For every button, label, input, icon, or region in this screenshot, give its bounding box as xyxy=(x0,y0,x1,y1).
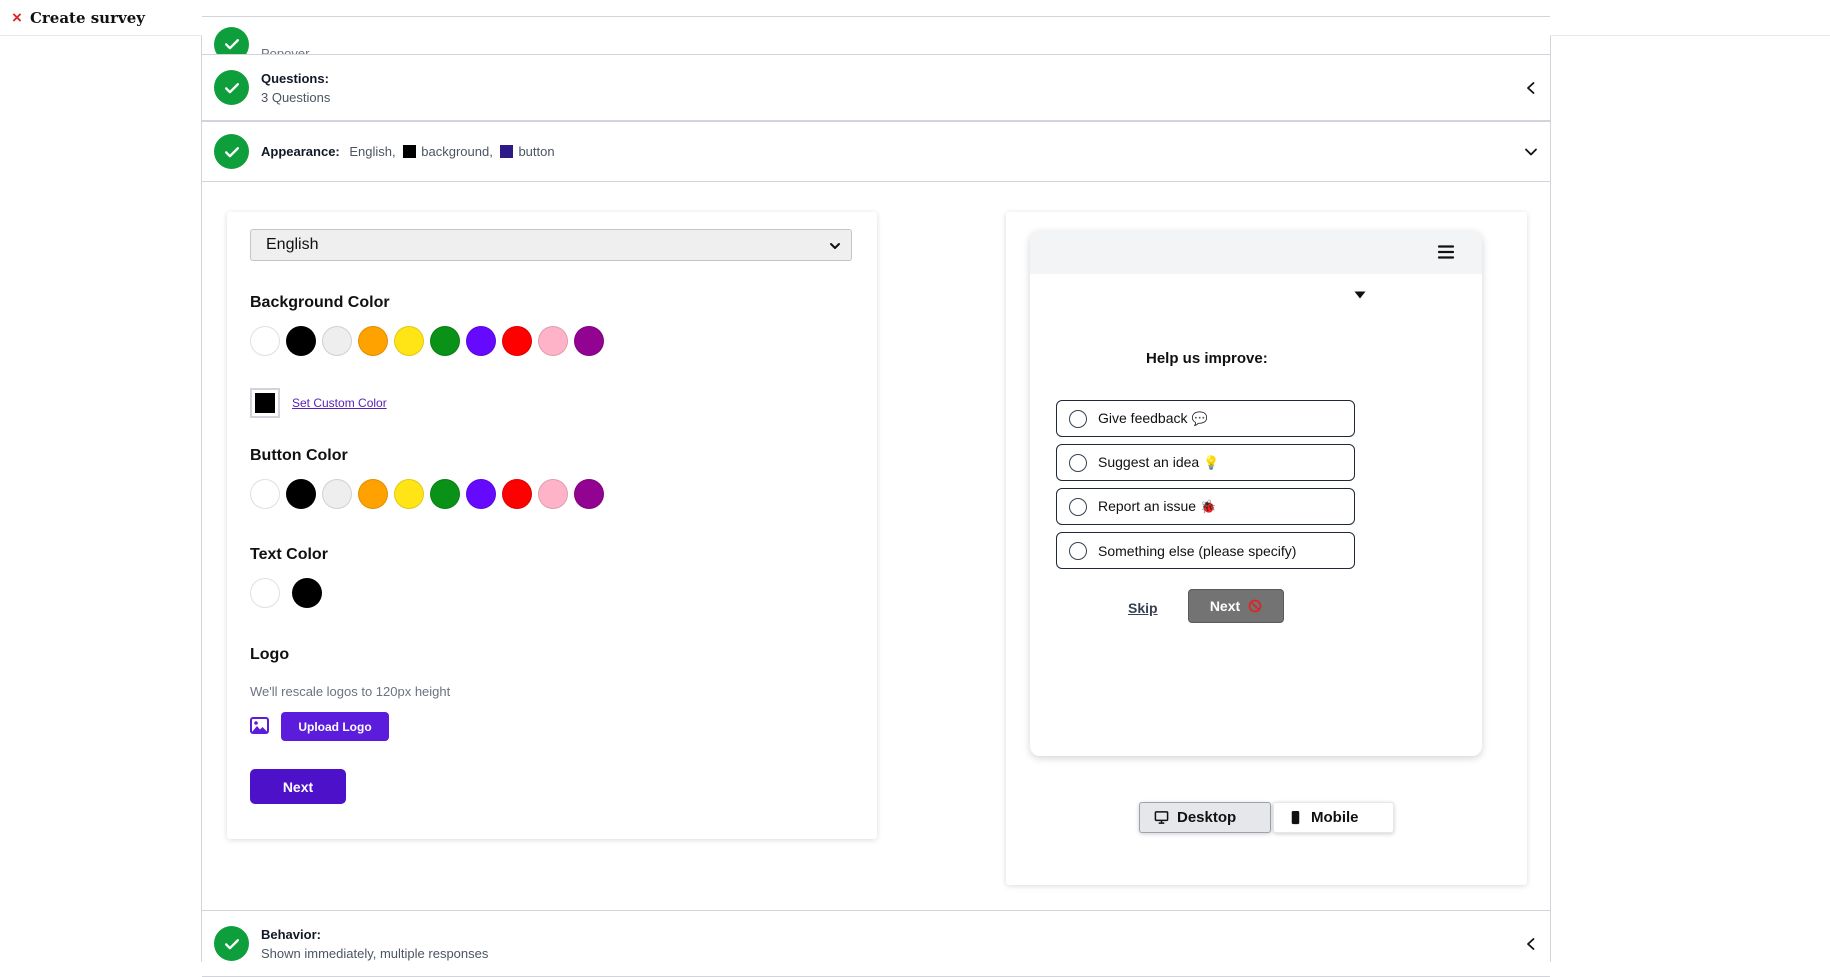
button-color-light-gray[interactable] xyxy=(322,479,352,509)
button-color-violet[interactable] xyxy=(466,479,496,509)
background-color-black[interactable] xyxy=(286,326,316,356)
text-color-white[interactable] xyxy=(250,578,280,608)
appearance-background-label: background, xyxy=(421,144,493,159)
radio-button[interactable] xyxy=(1069,453,1087,472)
text-color-black[interactable] xyxy=(292,578,322,608)
background-color-light-gray[interactable] xyxy=(322,326,352,356)
check-icon xyxy=(214,926,249,961)
radio-button[interactable] xyxy=(1069,541,1087,560)
check-icon xyxy=(214,70,249,105)
background-swatch xyxy=(403,145,417,158)
section-questions[interactable]: Questions: 3 Questions xyxy=(202,54,1550,121)
survey-steps-container: Popover Questions: 3 Questions Appearanc… xyxy=(201,16,1551,977)
section-questions-label: Questions: xyxy=(261,70,329,86)
desktop-toggle[interactable]: Desktop xyxy=(1139,802,1271,833)
skip-link[interactable]: Skip xyxy=(1128,600,1158,616)
radio-button[interactable] xyxy=(1069,497,1087,516)
survey-option[interactable]: Give feedback 💬 xyxy=(1056,400,1355,437)
background-color-heading: Background Color xyxy=(250,294,390,311)
device-toggle: Desktop Mobile xyxy=(1139,802,1394,833)
section-behavior-text: Behavior: Shown immediately, multiple re… xyxy=(261,927,488,961)
preview-page: Help us improve: Give feedback 💬 Suggest … xyxy=(1030,274,1482,756)
button-color-palette xyxy=(250,479,610,509)
background-color-red[interactable] xyxy=(502,326,532,356)
image-icon xyxy=(250,717,269,734)
prohibited-icon xyxy=(1248,599,1262,613)
button-color-orange[interactable] xyxy=(358,479,388,509)
survey-question: Help us improve: xyxy=(1146,350,1268,367)
chevron-down-icon xyxy=(829,240,841,252)
monitor-icon xyxy=(1154,811,1169,824)
button-color-heading: Button Color xyxy=(250,447,348,464)
section-appearance-label: Appearance: xyxy=(261,144,340,159)
custom-color-preview xyxy=(255,393,275,413)
section-behavior-label: Behavior: xyxy=(261,926,321,942)
background-color-yellow[interactable] xyxy=(394,326,424,356)
phone-icon xyxy=(1291,810,1300,825)
survey-option[interactable]: Something else (please specify) xyxy=(1056,532,1355,569)
survey-option-label: Report an issue 🐞 xyxy=(1098,498,1217,515)
appearance-language: English, xyxy=(349,144,396,159)
section-appearance-text: Appearance: English, background, button xyxy=(261,144,555,159)
upload-logo-button[interactable]: Upload Logo xyxy=(281,712,389,741)
background-color-orange[interactable] xyxy=(358,326,388,356)
next-button[interactable]: Next xyxy=(250,769,346,804)
button-color-pink[interactable] xyxy=(538,479,568,509)
text-color-heading: Text Color xyxy=(250,546,328,563)
button-color-red[interactable] xyxy=(502,479,532,509)
caret-down-icon[interactable] xyxy=(1354,291,1366,299)
menu-icon[interactable] xyxy=(1437,243,1455,261)
button-color-yellow[interactable] xyxy=(394,479,424,509)
survey-option-label: Something else (please specify) xyxy=(1098,542,1297,559)
preview-browser-frame: Help us improve: Give feedback 💬 Suggest … xyxy=(1030,231,1482,756)
preview-next-button-disabled: Next xyxy=(1188,589,1284,623)
button-swatch xyxy=(500,145,514,158)
button-color-green[interactable] xyxy=(430,479,460,509)
close-icon[interactable]: × xyxy=(12,9,22,26)
light-bulb-icon: 💡 xyxy=(1203,456,1220,471)
section-behavior[interactable]: Behavior: Shown immediately, multiple re… xyxy=(202,910,1550,977)
bug-icon: 🐞 xyxy=(1200,500,1217,515)
speech-bubble-icon: 💬 xyxy=(1191,412,1208,427)
text-color-palette xyxy=(250,578,328,608)
logo-heading: Logo xyxy=(250,646,290,663)
background-color-white[interactable] xyxy=(250,326,280,356)
section-appearance[interactable]: Appearance: English, background, button xyxy=(202,121,1550,182)
desktop-label: Desktop xyxy=(1177,809,1237,826)
background-color-purple[interactable] xyxy=(574,326,604,356)
survey-option[interactable]: Report an issue 🐞 xyxy=(1056,488,1355,525)
button-color-purple[interactable] xyxy=(574,479,604,509)
section-questions-value: 3 Questions xyxy=(261,89,331,105)
mobile-toggle[interactable]: Mobile xyxy=(1273,802,1394,833)
section-questions-text: Questions: 3 Questions xyxy=(261,71,330,105)
section-behavior-value: Shown immediately, multiple responses xyxy=(261,945,489,961)
background-color-violet[interactable] xyxy=(466,326,496,356)
language-select-value: English xyxy=(266,236,319,253)
background-color-palette xyxy=(250,326,610,356)
button-color-white[interactable] xyxy=(250,479,280,509)
custom-color-picker[interactable] xyxy=(250,388,280,418)
preview-next-label: Next xyxy=(1209,598,1241,614)
background-color-green[interactable] xyxy=(430,326,460,356)
mobile-label: Mobile xyxy=(1311,809,1359,826)
survey-preview-panel: Help us improve: Give feedback 💬 Suggest … xyxy=(1006,212,1527,885)
page-title: Create survey xyxy=(29,8,145,27)
appearance-button-label: button xyxy=(518,144,555,159)
chevron-down-icon[interactable] xyxy=(1524,145,1538,159)
button-color-black[interactable] xyxy=(286,479,316,509)
survey-option-label: Suggest an idea 💡 xyxy=(1098,454,1220,471)
check-icon xyxy=(214,134,249,169)
background-color-pink[interactable] xyxy=(538,326,568,356)
appearance-settings-panel: English Background Color Set Custom Colo… xyxy=(227,212,877,839)
survey-option-label: Give feedback 💬 xyxy=(1098,410,1208,427)
chevron-left-icon[interactable] xyxy=(1524,937,1538,951)
radio-button[interactable] xyxy=(1069,409,1087,428)
chevron-left-icon[interactable] xyxy=(1524,81,1538,95)
set-custom-color-link[interactable]: Set Custom Color xyxy=(292,396,387,410)
language-select[interactable]: English xyxy=(250,229,852,261)
survey-option[interactable]: Suggest an idea 💡 xyxy=(1056,444,1355,481)
logo-note: We'll rescale logos to 120px height xyxy=(250,684,451,699)
